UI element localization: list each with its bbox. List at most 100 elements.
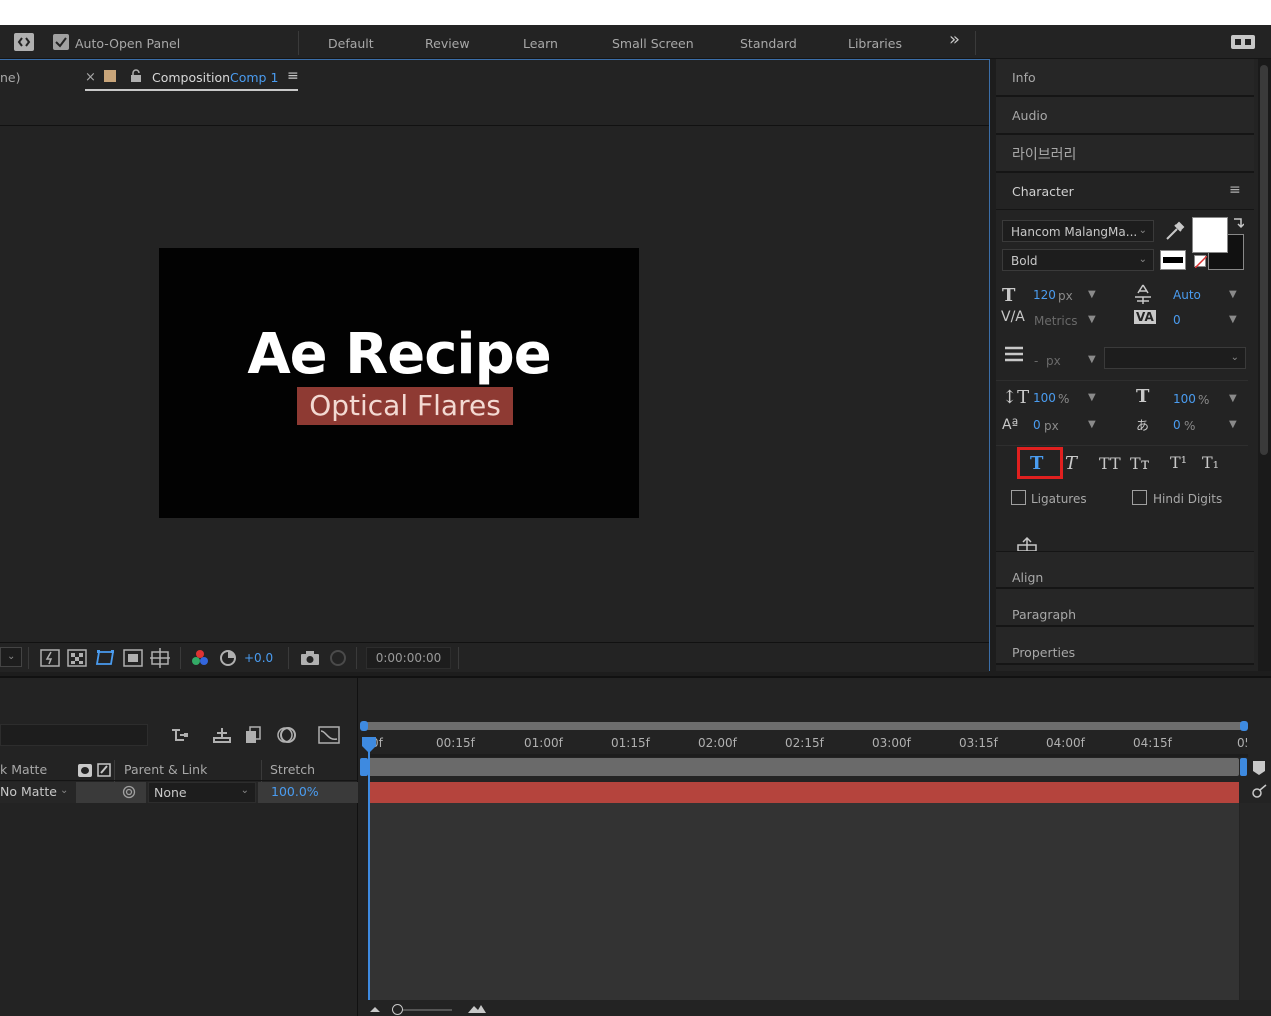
no-fill-icon[interactable] <box>1194 255 1207 268</box>
align-panel-header[interactable]: Align <box>996 551 1254 589</box>
parent-pickwhip-cell[interactable] <box>76 782 146 803</box>
scrollbar-thumb[interactable] <box>1260 65 1268 455</box>
right-panel-scrollbar[interactable] <box>1258 59 1271 671</box>
vertical-scale-value[interactable]: 100 <box>1033 391 1056 405</box>
comp-marker-bin-icon[interactable] <box>1252 760 1266 776</box>
chevron-down-icon[interactable]: ▼ <box>1229 314 1237 325</box>
stroke-width-value[interactable]: - <box>1034 354 1038 368</box>
close-tab-icon[interactable]: × <box>85 70 96 85</box>
time-ruler[interactable]: 0f 00:15f 01:00f 01:15f 02:00f 02:15f 03… <box>368 734 1248 754</box>
faux-italic-button[interactable]: T <box>1065 453 1077 474</box>
timeline-track-area[interactable] <box>368 803 1239 1000</box>
pickwhip-spiral-icon[interactable] <box>122 785 136 799</box>
track-matte-dropdown[interactable]: No Matte <box>0 784 57 799</box>
composition-tab-label[interactable]: Composition <box>152 70 230 85</box>
kerning-value[interactable]: Metrics <box>1034 314 1078 328</box>
time-navigator-bar[interactable] <box>364 722 1244 730</box>
transparency-grid-icon[interactable] <box>67 649 87 667</box>
layer-row[interactable]: No Matte ⌄ None ⌄ 100.0% <box>0 782 358 803</box>
chevron-down-icon[interactable]: ▼ <box>1229 419 1237 430</box>
workspace-tab-review[interactable]: Review <box>425 36 470 51</box>
horizontal-scale-value[interactable]: 100 <box>1173 392 1196 406</box>
panel-menu-icon[interactable]: ≡ <box>1229 182 1241 198</box>
grid-guides-icon[interactable] <box>150 648 170 668</box>
font-size-value[interactable]: 120 <box>1033 288 1056 302</box>
color-channels-icon[interactable] <box>191 649 209 667</box>
timeline-search-input[interactable] <box>0 724 148 746</box>
eyedropper-icon[interactable] <box>1163 220 1185 242</box>
magnification-dropdown[interactable]: ⌄ <box>0 647 22 667</box>
snapshot-camera-icon[interactable] <box>300 650 320 666</box>
zoom-slider-thumb[interactable] <box>392 1004 403 1015</box>
font-family-dropdown[interactable]: Hancom MalangMa... ⌄ <box>1002 220 1154 242</box>
stretch-value[interactable]: 100.0% <box>271 784 319 799</box>
chevron-down-icon[interactable]: ▼ <box>1229 289 1237 300</box>
chevron-down-icon[interactable]: ▼ <box>1088 392 1096 403</box>
layer-duration-bar[interactable] <box>368 782 1239 803</box>
default-colors-icon[interactable] <box>1160 250 1186 270</box>
all-caps-button[interactable]: TT <box>1099 454 1121 473</box>
fast-previews-icon[interactable] <box>40 649 60 667</box>
panel-menu-icon[interactable]: ≡ <box>287 68 299 84</box>
font-style-dropdown[interactable]: Bold ⌄ <box>1002 249 1154 271</box>
tracking-value[interactable]: 0 <box>1173 313 1181 327</box>
stretch-cell[interactable]: 100.0% <box>258 782 358 803</box>
composition-viewer[interactable]: Ae Recipe Optical Flares <box>0 126 989 642</box>
comp-flowchart-icon[interactable] <box>170 726 190 744</box>
track-matte-column-header[interactable]: k Matte <box>0 762 47 777</box>
comp-name-label[interactable]: Comp 1 <box>230 70 278 85</box>
current-time-display[interactable]: 0:00:00:00 <box>366 647 451 669</box>
graph-editor-icon[interactable] <box>318 725 340 745</box>
chevron-down-icon[interactable]: ▼ <box>1088 289 1096 300</box>
chevron-down-icon[interactable]: ▼ <box>1088 419 1096 430</box>
swap-colors-icon[interactable] <box>1232 217 1244 231</box>
search-help-icon[interactable] <box>1231 35 1255 49</box>
mask-visibility-icon[interactable] <box>95 648 117 668</box>
small-caps-button[interactable]: Tт <box>1130 454 1150 473</box>
navigator-start-handle[interactable] <box>360 721 368 731</box>
paragraph-panel-header[interactable]: Paragraph <box>996 589 1254 627</box>
chevron-down-icon[interactable]: ▼ <box>1088 314 1096 325</box>
panel-toggle-icon[interactable] <box>14 33 34 51</box>
frame-blending-icon[interactable] <box>244 725 264 745</box>
workspace-tab-default[interactable]: Default <box>328 36 374 51</box>
playhead-marker-icon[interactable] <box>361 736 377 754</box>
work-area-start-handle[interactable] <box>360 758 368 776</box>
leading-value[interactable]: Auto <box>1173 288 1201 302</box>
stretch-column-header[interactable]: Stretch <box>270 762 315 777</box>
playhead-line[interactable] <box>368 738 370 1000</box>
baseline-shift-value[interactable]: 0 <box>1033 418 1041 432</box>
draft-3d-icon[interactable] <box>212 726 232 744</box>
info-panel-header[interactable]: Info <box>996 59 1254 97</box>
workspace-tab-small-screen[interactable]: Small Screen <box>612 36 694 51</box>
tsume-value[interactable]: 0 <box>1173 418 1181 432</box>
navigator-end-handle[interactable] <box>1240 721 1248 731</box>
parent-link-column-header[interactable]: Parent & Link <box>124 762 207 777</box>
superscript-button[interactable]: T¹ <box>1170 453 1187 472</box>
chevron-down-icon[interactable]: ▼ <box>1229 393 1237 404</box>
parent-dropdown[interactable]: None ⌄ <box>148 782 256 803</box>
auto-open-checkbox[interactable] <box>53 34 69 50</box>
properties-panel-header[interactable]: Properties <box>996 627 1254 665</box>
composition-canvas[interactable]: Ae Recipe Optical Flares <box>159 248 639 518</box>
link-layer-icon[interactable] <box>1250 784 1268 800</box>
stroke-style-dropdown[interactable]: ⌄ <box>1104 347 1246 369</box>
lock-icon[interactable] <box>130 69 142 83</box>
audio-panel-header[interactable]: Audio <box>996 97 1254 135</box>
zoom-in-icon[interactable] <box>466 1002 488 1014</box>
motion-blur-icon[interactable] <box>276 725 298 745</box>
faux-bold-button[interactable]: T <box>1030 453 1043 474</box>
hindi-digits-checkbox[interactable] <box>1132 490 1147 505</box>
work-area-bar[interactable] <box>368 758 1239 776</box>
work-area-end-handle[interactable] <box>1240 758 1247 776</box>
workspace-tab-standard[interactable]: Standard <box>740 36 797 51</box>
region-of-interest-icon[interactable] <box>123 649 143 667</box>
exposure-value[interactable]: +0.0 <box>244 651 273 665</box>
libraries-panel-header[interactable]: 라이브러리 <box>996 135 1254 173</box>
chevron-down-icon[interactable]: ▼ <box>1088 354 1096 365</box>
reset-exposure-icon[interactable] <box>219 649 237 667</box>
ligatures-checkbox[interactable] <box>1011 490 1026 505</box>
fill-color-swatch[interactable] <box>1192 217 1228 253</box>
previous-tab-label[interactable]: ne) <box>0 70 21 85</box>
show-snapshot-icon[interactable] <box>329 649 347 667</box>
